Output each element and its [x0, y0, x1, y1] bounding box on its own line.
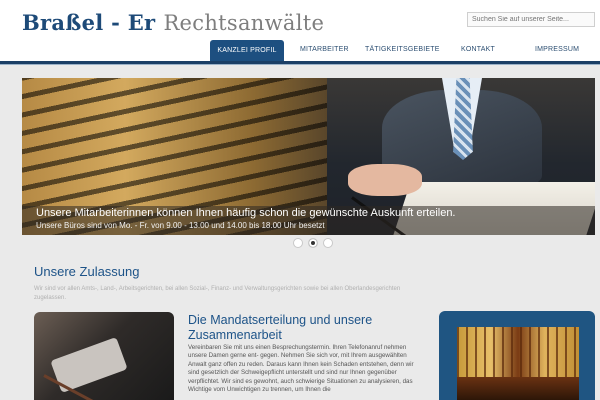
nav-item-taetigkeitsgebiete[interactable]: TÄTIGKEITSGEBIETE — [365, 46, 440, 53]
slider-caption-subtitle: Unsere Büros sind von Mo. - Fr. von 9.00… — [36, 221, 325, 230]
nav-item-impressum[interactable]: IMPRESSUM — [535, 46, 579, 53]
logo-tagline: Rechtsanwälte — [163, 11, 325, 35]
slider-dot-2[interactable] — [308, 238, 318, 248]
article-title[interactable]: Die Mandatserteilung und unsere Zusammen… — [188, 313, 428, 343]
article-image — [34, 312, 174, 400]
section-title: Unsere Zulassung — [34, 264, 140, 279]
hero-slider[interactable]: Unsere Mitarbeiterinnen können Ihnen häu… — [22, 78, 595, 235]
sidebar-box — [439, 311, 595, 400]
site-logo[interactable]: Braßel - Er Rechtsanwälte — [22, 10, 324, 35]
hand-shape — [348, 164, 422, 196]
slider-caption-title: Unsere Mitarbeiterinnen können Ihnen häu… — [36, 207, 456, 219]
slider-dot-3[interactable] — [323, 238, 333, 248]
section-text: Wir sind vor allen Amts-, Land-, Arbeits… — [34, 286, 401, 301]
main-nav: KANZLEI PROFIL MITARBEITER TÄTIGKEITSGEB… — [0, 40, 600, 62]
slider-dot-1[interactable] — [293, 238, 303, 248]
nav-item-kanzlei-profil[interactable]: KANZLEI PROFIL — [210, 40, 284, 62]
search-input[interactable] — [467, 12, 595, 27]
nav-item-mitarbeiter[interactable]: MITARBEITER — [300, 46, 349, 53]
logo-name: Braßel - Er — [22, 10, 156, 35]
library-image — [457, 327, 579, 400]
library-floor-shape — [457, 377, 579, 400]
article-text: Vereinbaren Sie mit uns einen Besprechun… — [188, 344, 414, 394]
nav-item-kontakt[interactable]: KONTAKT — [461, 46, 495, 53]
slider-pagination — [293, 238, 333, 248]
